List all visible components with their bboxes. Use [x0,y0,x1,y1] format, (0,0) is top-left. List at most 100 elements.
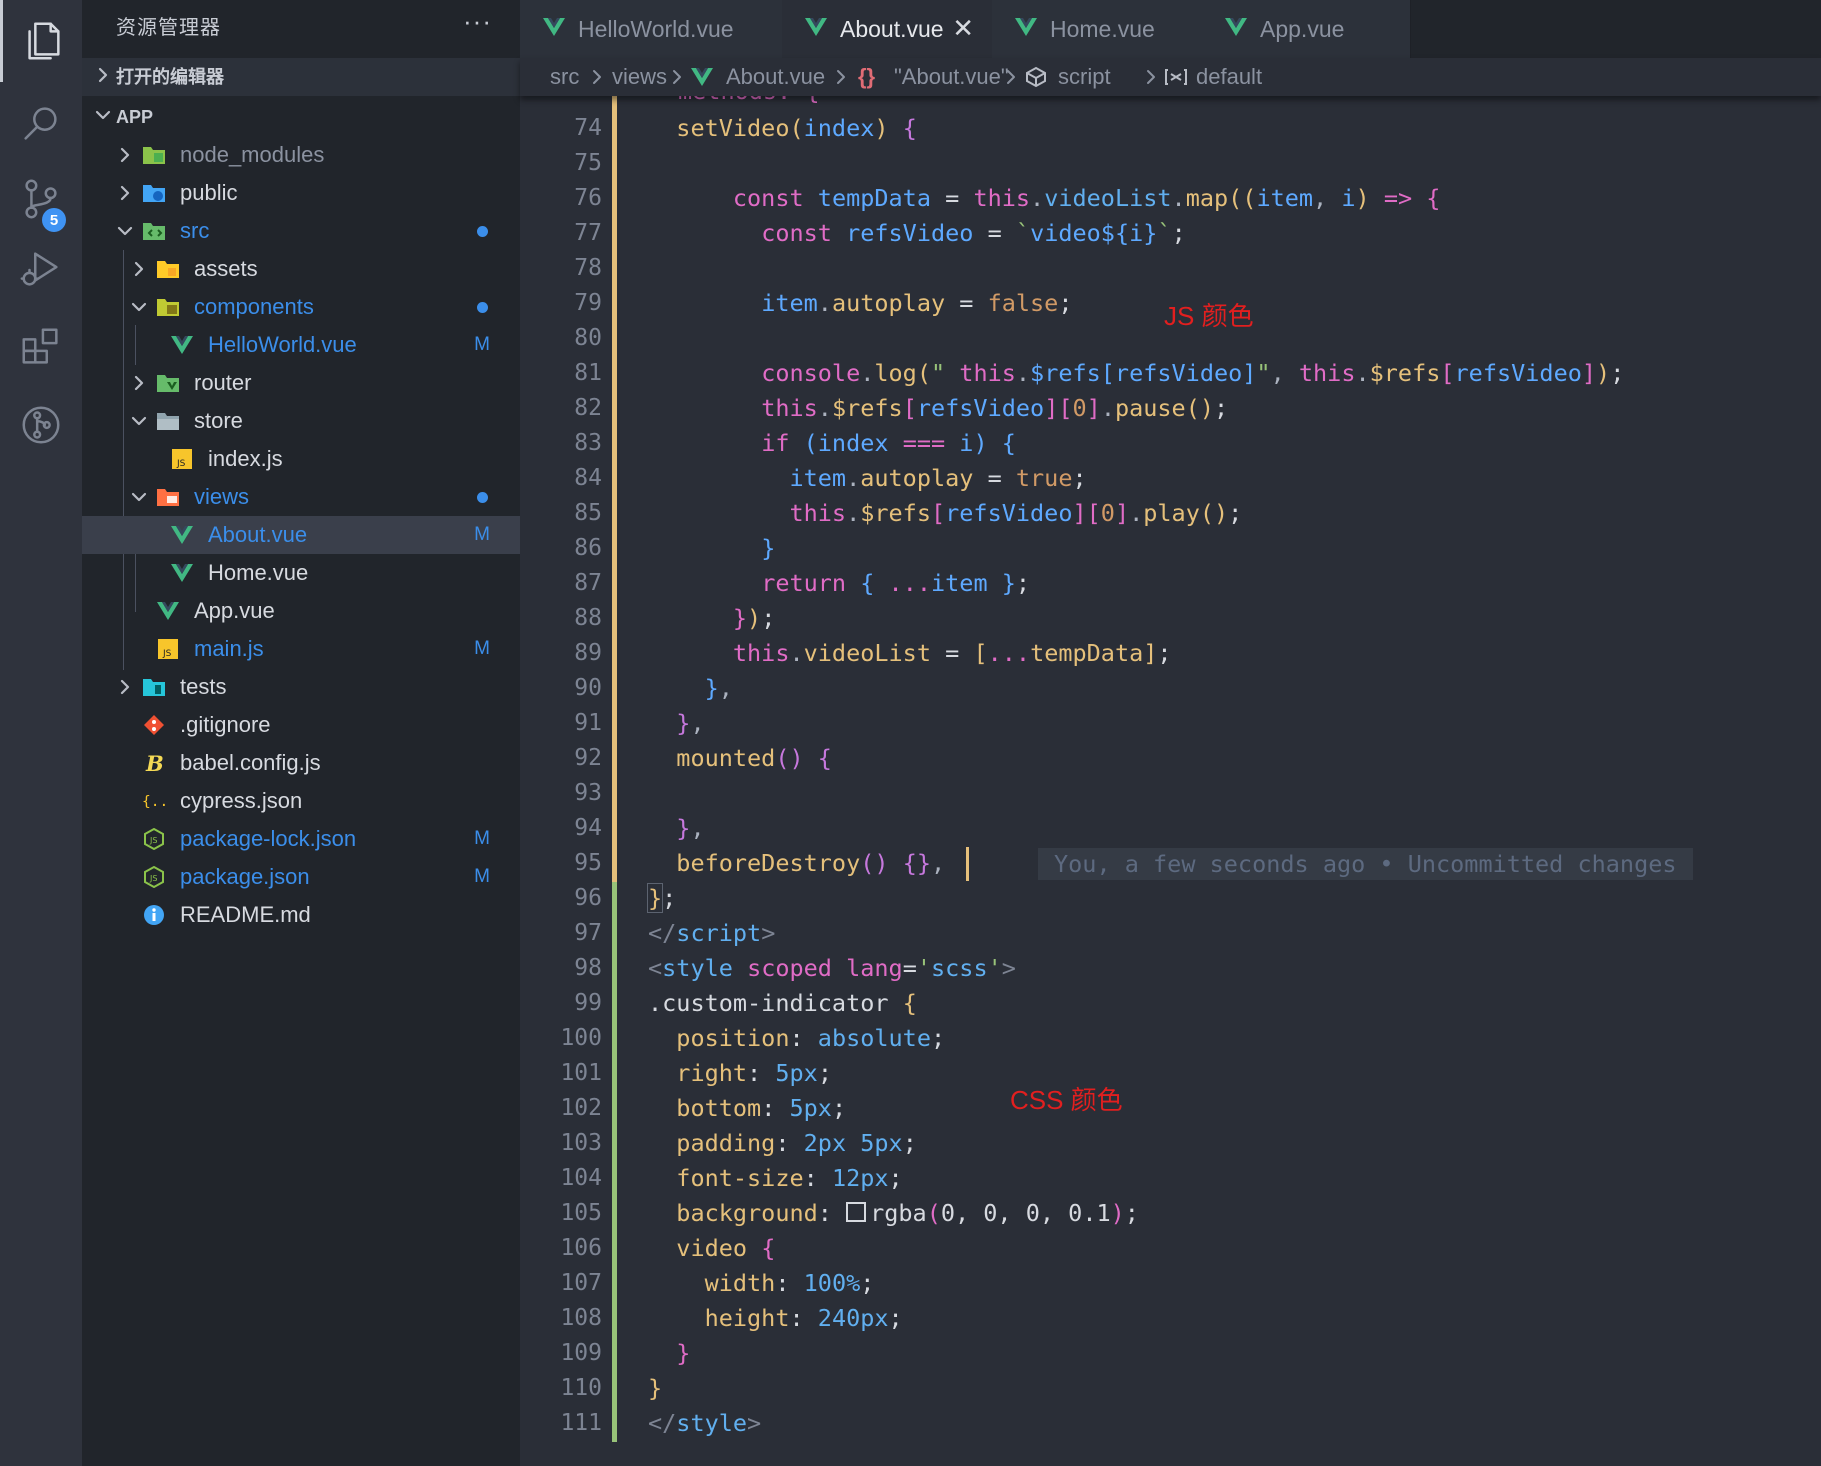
tree-folder-store[interactable]: store [82,402,520,440]
explorer-activity-button[interactable] [0,0,82,82]
line-number: 84 [574,465,602,491]
tree-folder-public[interactable]: public [82,174,520,212]
open-editors-label: 打开的编辑器 [116,67,224,87]
tab-helloworld-vue[interactable]: HelloWorld.vue [520,0,783,58]
line-number: 92 [574,745,602,771]
tree-file-main-js[interactable]: JS main.js M [82,630,520,668]
tree-item-label: src [180,218,210,243]
tree-file-index-js[interactable]: JS index.js [82,440,520,478]
nodejs-file-icon: JS [142,866,166,888]
more-actions-button[interactable]: ··· [463,6,492,37]
tree-folder-src[interactable]: src [82,212,520,250]
tree-item-label: package-lock.json [180,826,357,851]
code-line: height: 240px; [704,1304,903,1332]
tree-file-gitignore[interactable]: .gitignore [82,706,520,744]
code-line: }; [646,883,677,913]
breadcrumb: src views About.vue {} "About.vue" scrip… [520,58,1821,96]
tab-about-vue[interactable]: About.vue ✕ [782,0,993,58]
json-file-icon: {..} [142,790,166,812]
code-line: const refsVideo = `video${i}`; [761,219,1186,247]
chevron-right-icon [116,678,134,696]
code-line: if (index === i) { [761,429,1016,457]
git-file-icon [142,714,166,736]
tree-file-about-vue[interactable]: About.vue M [82,516,520,554]
tree-file-babel-config[interactable]: B babel.config.js [82,744,520,782]
tab-app-vue[interactable]: App.vue [1202,0,1411,58]
svg-text:JS: JS [176,459,186,469]
tree-folder-tests[interactable]: tests [82,668,520,706]
code-line: item.autoplay = false; [761,289,1073,317]
tree-item-label: cypress.json [180,788,303,813]
line-number: 78 [574,255,602,281]
code-line: this.$refs[refsVideo][0].pause(); [761,394,1229,422]
files-icon [27,22,60,60]
breadcrumb-default[interactable]: default [1196,58,1262,96]
line-number: 83 [574,430,602,456]
breadcrumb-script[interactable]: script [1058,58,1111,96]
tree-folder-components[interactable]: components [82,288,520,326]
breadcrumb-about-vue[interactable]: About.vue [726,58,825,96]
line-number: 106 [560,1235,602,1261]
svg-text:JS: JS [149,874,157,883]
tree-file-home-vue[interactable]: Home.vue [82,554,520,592]
close-tab-icon[interactable]: ✕ [952,0,974,56]
code-line: beforeDestroy() {}, [676,849,946,877]
src-folder-icon [142,220,166,242]
store-folder-icon [156,410,180,432]
git-graph-icon [22,406,60,444]
color-swatch[interactable] [846,1202,867,1222]
tree-file-helloworld-vue[interactable]: HelloWorld.vue M [82,326,520,364]
tree-file-app-vue[interactable]: App.vue [82,592,520,630]
line-number: 90 [574,675,602,701]
tree-item-label: About.vue [208,522,308,547]
git-blame-inline: You, a few seconds ago • Uncommitted cha… [1038,848,1693,880]
tree-item-label: views [194,484,250,509]
line-number: 96 [574,885,602,911]
chevron-right-icon [670,68,684,86]
git-graph-activity-button[interactable] [0,384,82,466]
tree-folder-views[interactable]: views [82,478,520,516]
breadcrumb-src[interactable]: src [550,58,579,96]
code-line: } [761,534,776,562]
open-editors-section[interactable]: 打开的编辑器 [82,58,520,96]
tree-folder-node-modules[interactable]: node_modules [82,136,520,174]
tree-file-package-json[interactable]: JS package.json M [82,858,520,896]
tree-file-cypress-json[interactable]: {..} cypress.json [82,782,520,820]
tree-item-label: babel.config.js [180,750,321,775]
chevron-right-icon [1004,68,1018,86]
search-activity-button[interactable] [0,82,82,164]
tree-item-label: Home.vue [208,560,309,585]
breadcrumb-views[interactable]: views [612,58,667,96]
line-number: 107 [560,1270,602,1296]
code-editor[interactable]: methods: { 74 75 76 77 78 79 80 81 82 83… [520,96,1821,1466]
modified-dot [477,226,488,237]
vue-file-icon [1014,16,1038,43]
info-file-icon [142,904,166,926]
chevron-down-icon [130,412,148,430]
line-number: 86 [574,535,602,561]
line-number: 77 [574,220,602,246]
tree-file-package-lock[interactable]: JS package-lock.json M [82,820,520,858]
line-number: 103 [560,1130,602,1156]
tab-label: Home.vue [1050,16,1155,42]
modified-dot [477,302,488,313]
tab-home-vue[interactable]: Home.vue [992,0,1203,58]
breadcrumb-about-object[interactable]: "About.vue" [894,58,1009,96]
line-number: 80 [574,325,602,351]
chevron-right-icon [590,68,604,86]
tree-folder-assets[interactable]: assets [82,250,520,288]
run-debug-activity-button[interactable] [0,228,82,310]
chevron-right-icon [116,146,134,164]
line-number: 74 [574,115,602,141]
code-line: </script> [648,919,776,947]
app-folder-section[interactable]: APP [82,98,520,136]
code-line: item.autoplay = true; [789,464,1087,492]
tree-file-readme[interactable]: README.md [82,896,520,934]
tree-folder-router[interactable]: router [82,364,520,402]
tree-item-label: README.md [180,902,311,927]
extensions-activity-button[interactable] [0,306,82,388]
run-debug-icon [20,252,58,286]
code-line: .custom-indicator { [648,989,917,1017]
code-line: padding: 2px 5px; [676,1129,917,1157]
line-number: 105 [560,1200,602,1226]
